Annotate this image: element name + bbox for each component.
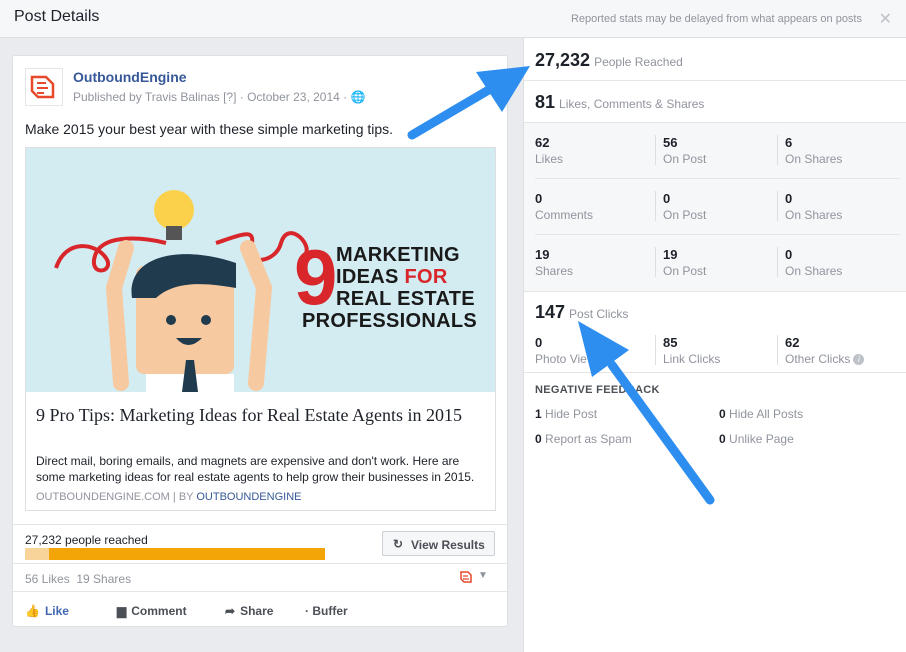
close-icon[interactable]: ✕: [879, 9, 892, 29]
link-separator: | BY: [169, 491, 197, 503]
delay-note: Reported stats may be delayed from what …: [570, 13, 862, 25]
comments-cell: 0 Comments: [535, 191, 594, 222]
info-icon[interactable]: i: [853, 354, 865, 366]
page-avatar-icon[interactable]: [459, 570, 473, 584]
divider: [777, 247, 778, 277]
post-meta: Published by Travis Balinas [?] · Octobe…: [73, 90, 366, 104]
hero-line-1: MARKETING: [336, 244, 460, 266]
comments-on-post-cell: 0 On Post: [663, 191, 707, 222]
view-results-label: View Results: [411, 538, 485, 552]
divider: [535, 178, 900, 179]
share-button[interactable]: ➦ Share: [225, 604, 273, 618]
dialog-title: Post Details: [14, 8, 100, 25]
engagement-metric: 81 Likes, Comments & Shares: [535, 92, 704, 113]
engagement-breakdown: 62 Likes 56 On Post 6 On Shares 0 Comments 0…: [524, 123, 906, 291]
dialog-header: Post Details Reported stats may be delay…: [0, 0, 906, 38]
shares-cell: 19 Shares: [535, 247, 574, 278]
post-insights-pane: 27,232 People Reached 81 Likes, Comments &…: [523, 38, 906, 652]
link-preview[interactable]: 9 MARKETING IDEAS FOR REAL ESTATE PROFES…: [25, 147, 496, 511]
unlike-page-stat: 0 Unlike Page: [719, 432, 794, 446]
post-clicks-metric: 147 Post Clicks: [535, 302, 628, 323]
divider: [777, 191, 778, 221]
divider: [655, 247, 656, 277]
refresh-icon: ↻: [393, 537, 404, 551]
link-clicks-cell: 85 Link Clicks: [663, 335, 721, 366]
shares-on-post-cell: 19 On Post: [663, 247, 707, 278]
divider: [524, 80, 906, 81]
photo-views-cell: 0 Photo Views: [535, 335, 602, 366]
hide-post-stat: 1 Hide Post: [535, 407, 598, 421]
hero-line-4: PROFESSIONALS: [302, 310, 478, 332]
people-reached-label: People Reached: [594, 55, 683, 69]
buffer-button[interactable]: · Buffer: [305, 604, 348, 618]
view-results-button[interactable]: ↻ View Results: [382, 531, 495, 556]
divider: [655, 135, 656, 165]
link-domain: OUTBOUNDENGINE.COM: [36, 491, 170, 503]
hero-headline: MARKETING IDEAS FOR REAL ESTATE: [336, 244, 475, 310]
link-source: OUTBOUNDENGINE.COM | BY OUTBOUNDENGINE: [36, 491, 301, 503]
like-button[interactable]: 👍 Like: [25, 604, 69, 618]
likes-count[interactable]: 56 Likes: [25, 572, 70, 586]
people-reached-number: 27,232: [535, 50, 591, 70]
divider: [524, 372, 906, 373]
divider: [13, 524, 507, 525]
post-card: OutboundEngine Published by Travis Balin…: [12, 55, 508, 627]
page-logo[interactable]: [25, 68, 63, 106]
link-image[interactable]: 9 MARKETING IDEAS FOR REAL ESTATE PROFES…: [26, 148, 495, 392]
divider: [524, 291, 906, 292]
link-author[interactable]: OUTBOUNDENGINE: [196, 491, 301, 503]
divider: [777, 335, 778, 365]
divider: [535, 234, 900, 235]
thumbs-up-icon: 👍: [25, 604, 40, 618]
hero-line-3: REAL ESTATE: [336, 288, 475, 310]
comment-button[interactable]: ▆ Comment: [117, 604, 187, 618]
divider: [655, 191, 656, 221]
share-icon: ➦: [225, 604, 236, 618]
report-spam-stat: 0 Report as Spam: [535, 432, 632, 446]
likes-on-post-cell: 56 On Post: [663, 135, 707, 166]
engagement-number: 81: [535, 92, 556, 112]
reach-bar: [25, 548, 325, 560]
shares-on-shares-cell: 0 On Shares: [785, 247, 843, 278]
post-clicks-number: 147: [535, 302, 566, 322]
post-stats-row: 56 Likes 19 Shares: [25, 572, 131, 586]
reach-label: 27,232 people reached: [25, 533, 148, 547]
people-reached-metric: 27,232 People Reached: [535, 50, 683, 71]
chevron-down-icon[interactable]: ▼: [478, 570, 488, 581]
page-name-link[interactable]: OutboundEngine: [73, 69, 187, 85]
divider: [13, 591, 507, 592]
negative-feedback-heading: NEGATIVE FEEDBACK: [535, 384, 660, 396]
engagement-label: Likes, Comments & Shares: [559, 97, 705, 111]
divider: [777, 135, 778, 165]
outboundengine-logo-icon: [30, 74, 58, 100]
hide-all-posts-stat: 0 Hide All Posts: [719, 407, 804, 421]
link-title[interactable]: 9 Pro Tips: Marketing Ideas for Real Est…: [36, 404, 486, 426]
reach-bar-paid: [25, 548, 49, 560]
likes-on-shares-cell: 6 On Shares: [785, 135, 843, 166]
divider: [13, 563, 507, 564]
hero-line-2: IDEAS FOR: [336, 266, 448, 288]
shares-count[interactable]: 19 Shares: [76, 572, 131, 586]
post-text: Make 2015 your best year with these simp…: [25, 121, 394, 137]
post-clicks-label: Post Clicks: [569, 307, 629, 321]
divider: [655, 335, 656, 365]
likes-cell: 62 Likes: [535, 135, 564, 166]
other-clicks-cell: 62 Other Clicks i: [785, 335, 865, 366]
comment-icon: ▆: [117, 604, 127, 618]
link-description: Direct mail, boring emails, and magnets …: [36, 454, 475, 484]
post-preview-pane: OutboundEngine Published by Travis Balin…: [0, 38, 523, 652]
comments-on-shares-cell: 0 On Shares: [785, 191, 843, 222]
